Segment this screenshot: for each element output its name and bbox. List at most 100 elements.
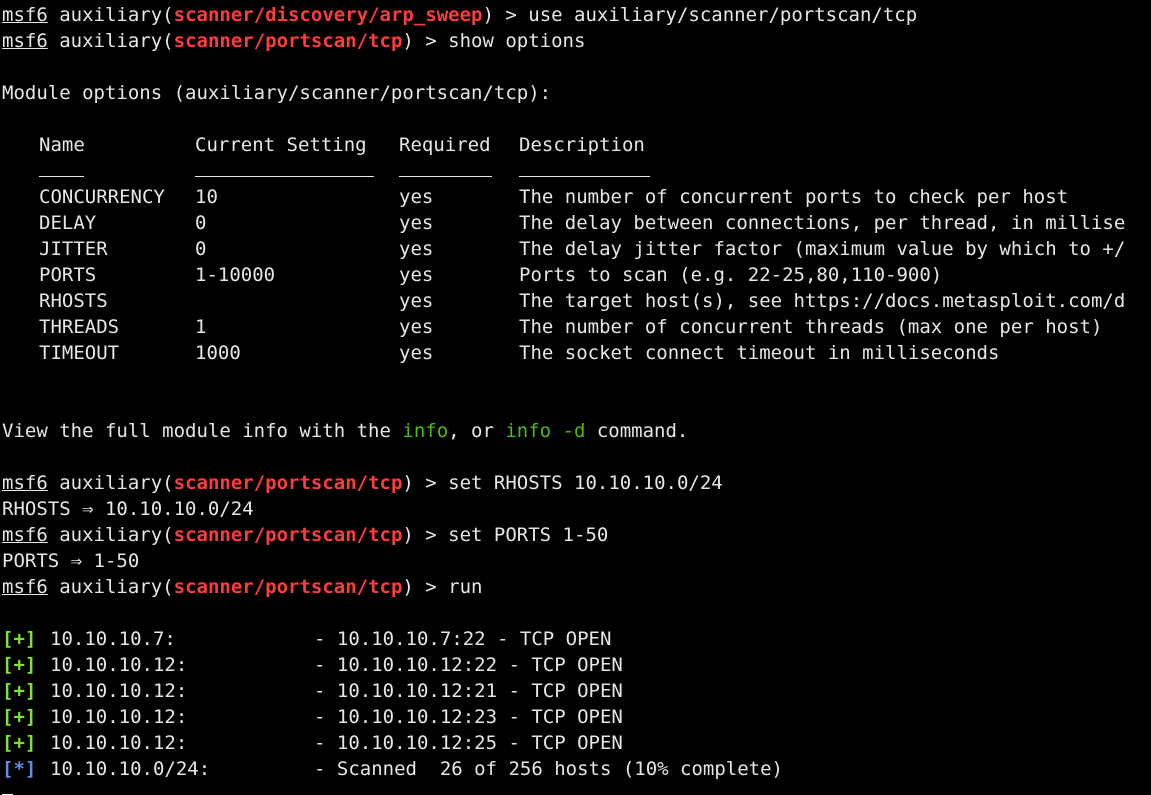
scan-result: [+] 10.10.10.7: - 10.10.10.7:22 - TCP OP… [2,626,1151,652]
divider [195,162,374,177]
scan-result: [+] 10.10.10.12: - 10.10.10.12:23 - TCP … [2,704,1151,730]
prompt-word: auxiliary [59,4,163,26]
result-message: - 10.10.10.12:21 - TCP OPEN [314,680,623,702]
option-required: yes [399,186,434,208]
info-hint-text: View the full module info with the [2,420,403,442]
result-host: 10.10.10.12: [50,732,188,754]
result-host: 10.10.10.12: [50,654,188,676]
option-setting [195,288,399,314]
option-required: yes [399,212,434,234]
option-setting: 10 [195,186,218,208]
options-table-row: DELAY 0 yes The delay between connection… [2,210,1151,236]
scan-result: [+] 10.10.10.12: - 10.10.10.12:22 - TCP … [2,652,1151,678]
success-tag: [+] [2,628,37,650]
option-setting: 1 [195,316,207,338]
prompt-module: scanner/portscan/tcp [173,576,403,598]
result-message: - Scanned 26 of 256 hosts (10% complete) [314,758,783,780]
success-tag: [+] [2,732,37,754]
scan-status: [*] 10.10.10.0/24: - Scanned 26 of 256 h… [2,756,1151,782]
result-host: 10.10.10.0/24: [50,758,211,780]
prompt-command: run [448,576,483,598]
result-message: - 10.10.10.12:23 - TCP OPEN [314,706,623,728]
prompt-command: set PORTS 1-50 [448,524,609,546]
input-line[interactable] [2,782,1151,795]
options-table-row: TIMEOUT 1000 yes The socket connect time… [2,340,1151,366]
option-description: The delay between connections, per threa… [519,212,1126,234]
info-hint-line: View the full module info with the info,… [2,418,1151,444]
terminal-window[interactable]: msf6 auxiliary(scanner/discovery/arp_swe… [2,2,1151,795]
prompt-word: auxiliary [59,30,163,52]
option-required: yes [399,290,434,312]
info-command: info [402,420,449,442]
info-hint-text: , or [448,420,506,442]
options-table-header: Name Current Setting Required Descriptio… [2,132,1151,158]
divider [39,162,84,177]
prompt-user: msf6 [2,576,48,598]
info-hint-text: command. [585,420,689,442]
header-description: Description [519,134,645,156]
result-host: 10.10.10.7: [50,628,176,650]
module-options-heading: Module options (auxiliary/scanner/portsc… [2,82,552,104]
options-table-row: RHOSTS yes The target host(s), see https… [2,288,1151,314]
prompt-module: scanner/portscan/tcp [173,30,403,52]
result-host: 10.10.10.12: [50,706,188,728]
result-host: 10.10.10.12: [50,680,188,702]
success-tag: [+] [2,680,37,702]
prompt-user: msf6 [2,4,48,26]
scan-result: [+] 10.10.10.12: - 10.10.10.12:25 - TCP … [2,730,1151,756]
option-name: RHOSTS [39,290,108,312]
option-description: The socket connect timeout in millisecon… [519,342,1000,364]
prompt-line: msf6 auxiliary(scanner/portscan/tcp) > s… [2,524,609,546]
status-tag: [*] [2,758,37,780]
prompt-module: scanner/portscan/tcp [173,524,403,546]
result-message: - 10.10.10.12:25 - TCP OPEN [314,732,623,754]
option-setting: 0 [195,212,207,234]
prompt-user: msf6 [2,524,48,546]
options-table-row: PORTS 1-10000 yes Ports to scan (e.g. 22… [2,262,1151,288]
option-setting: 1000 [195,342,241,364]
prompt-line: msf6 auxiliary(scanner/portscan/tcp) > s… [2,472,723,494]
header-name: Name [39,134,85,156]
option-required: yes [399,316,434,338]
option-name: DELAY [39,212,97,234]
divider [399,162,492,177]
option-name: TIMEOUT [39,342,120,364]
prompt-module: scanner/portscan/tcp [173,472,403,494]
prompt-user: msf6 [2,472,48,494]
prompt-word: auxiliary [59,576,163,598]
option-setting: 0 [195,238,207,260]
option-description: The delay jitter factor (maximum value b… [519,238,1126,260]
set-output: RHOSTS ⇒ 10.10.10.0/24 [2,498,254,520]
prompt-module: scanner/discovery/arp_sweep [173,4,483,26]
prompt-command: set RHOSTS 10.10.10.0/24 [448,472,723,494]
option-name: THREADS [39,316,120,338]
prompt-word: auxiliary [59,472,163,494]
option-name: JITTER [39,238,108,260]
prompt-command: show options [448,30,586,52]
options-table-underline [2,158,1151,184]
prompt-user: msf6 [2,30,48,52]
prompt-word: auxiliary [59,524,163,546]
header-required: Required [399,134,491,156]
divider [519,162,650,177]
header-current-setting: Current Setting [195,134,367,156]
prompt-line: msf6 auxiliary(scanner/portscan/tcp) > s… [2,30,586,52]
success-tag: [+] [2,706,37,728]
option-name: CONCURRENCY [39,186,165,208]
options-table-row: CONCURRENCY 10 yes The number of concurr… [2,184,1151,210]
info-d-command: info -d [505,420,586,442]
prompt-line: msf6 auxiliary(scanner/portscan/tcp) > r… [2,576,483,598]
options-table-row: THREADS 1 yes The number of concurrent t… [2,314,1151,340]
set-output: PORTS ⇒ 1-50 [2,550,140,572]
option-description: The target host(s), see https://docs.met… [519,290,1126,312]
prompt-command: use auxiliary/scanner/portscan/tcp [528,4,918,26]
option-description: The number of concurrent ports to check … [519,186,1069,208]
scan-result: [+] 10.10.10.12: - 10.10.10.12:21 - TCP … [2,678,1151,704]
option-description: Ports to scan (e.g. 22-25,80,110-900) [519,264,943,286]
